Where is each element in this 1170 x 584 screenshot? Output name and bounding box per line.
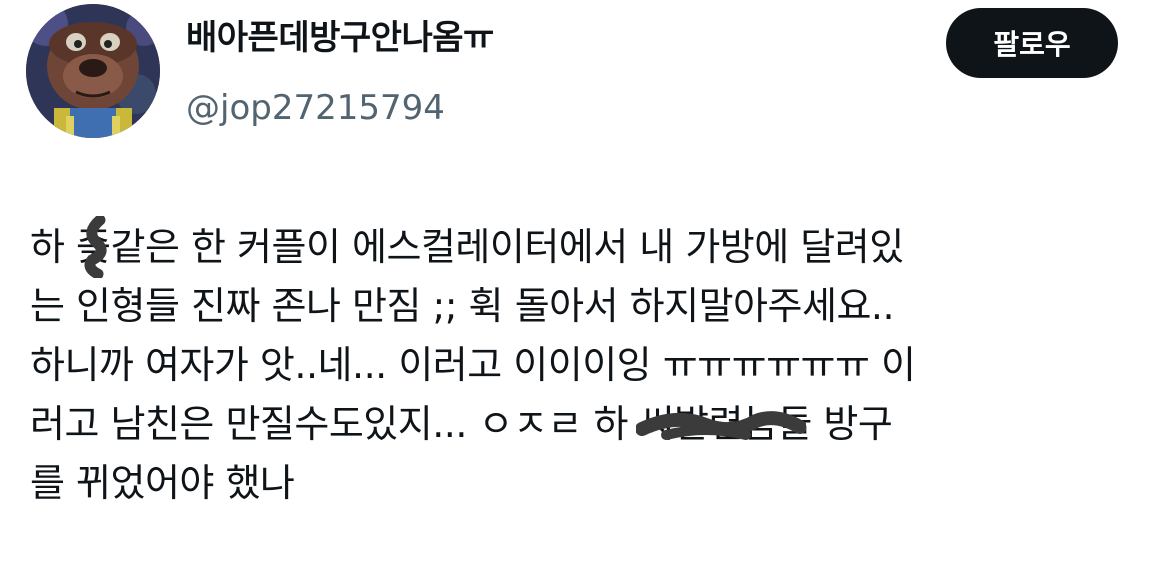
- redacted-word: 씨발련: [635, 395, 806, 454]
- redacted-word-text: 씨발련: [639, 402, 744, 446]
- tweet-line-5: 를 뀌었어야 했나: [30, 461, 295, 505]
- display-name[interactable]: 배아픈데방구안나옴ㅠ: [186, 14, 494, 62]
- tweet-line-3: 하니까 여자가 앗..네... 이러고 이이이잉 ㅠㅠㅠㅠㅠㅠ 이: [30, 343, 916, 387]
- tweet-line-1: 하 좆 같은 한 커플이 에스컬레이터에서 내 가방에 달려있: [30, 216, 1145, 278]
- tweet-line-1-start: 하: [30, 225, 77, 269]
- follow-button[interactable]: 팔로우: [946, 8, 1118, 78]
- user-handle[interactable]: @jop27215794: [186, 84, 494, 132]
- tweet-line-1-end: 같은 한 커플이 에스컬레이터에서 내 가방에 달려있: [110, 225, 905, 269]
- avatar[interactable]: [26, 4, 160, 138]
- tweet-line-4-start: 러고 남친은 만질수도있지... ㅇㅈㄹ 하: [30, 402, 640, 446]
- redacted-word-text: 좆: [76, 225, 111, 269]
- avatar-image: [26, 4, 160, 138]
- tweet-line-4: 러고 남친은 만질수도있지... ㅇㅈㄹ 하 씨발련 놈들 방구: [30, 395, 1145, 454]
- tweet-line-2: 는 인형들 진짜 존나 만짐 ;; 휙 돌아서 하지말아주세요..: [30, 284, 895, 328]
- redacted-word: 좆: [76, 216, 111, 278]
- tweet-header: 배아픈데방구안나옴ㅠ @jop27215794 팔로우: [0, 0, 1170, 150]
- tweet-line-4-end: 놈들 방구: [742, 402, 893, 446]
- tweet-text: 하 좆 같은 한 커플이 에스컬레이터에서 내 가방에 달려있 는 인형들 진짜 …: [30, 216, 1145, 513]
